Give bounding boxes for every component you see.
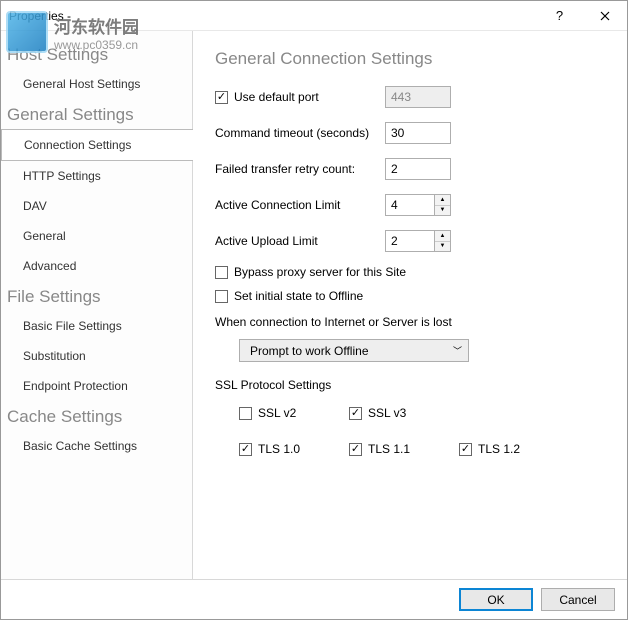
sidebar-item-general-host-settings[interactable]: General Host Settings <box>1 69 192 99</box>
active-upload-limit-label: Active Upload Limit <box>215 234 318 248</box>
ssl-header: SSL Protocol Settings <box>215 378 611 392</box>
sslv3-label: SSL v3 <box>368 406 406 420</box>
content-title: General Connection Settings <box>215 49 611 69</box>
sidebar-header-file: File Settings <box>1 281 192 311</box>
help-button[interactable]: ? <box>537 1 582 31</box>
content-panel: General Connection Settings Use default … <box>193 31 627 579</box>
spin-up-icon[interactable]: ▲ <box>435 231 450 242</box>
port-input <box>385 86 451 108</box>
sidebar-item-basic-file-settings[interactable]: Basic File Settings <box>1 311 192 341</box>
tls10-label: TLS 1.0 <box>258 442 300 456</box>
chevron-down-icon: ﹀ <box>453 344 462 357</box>
sslv3-checkbox[interactable] <box>349 407 362 420</box>
active-upload-limit-spinner[interactable]: ▲ ▼ <box>435 230 451 252</box>
tls12-checkbox[interactable] <box>459 443 472 456</box>
command-timeout-label: Command timeout (seconds) <box>215 126 369 140</box>
bypass-proxy-checkbox[interactable] <box>215 266 228 279</box>
titlebar: Properties - ? <box>1 1 627 31</box>
sidebar-item-advanced[interactable]: Advanced <box>1 251 192 281</box>
sidebar-item-basic-cache-settings[interactable]: Basic Cache Settings <box>1 431 192 461</box>
sidebar: Host Settings General Host Settings Gene… <box>1 31 193 579</box>
spin-up-icon[interactable]: ▲ <box>435 195 450 206</box>
sidebar-header-cache: Cache Settings <box>1 401 192 431</box>
command-timeout-input[interactable] <box>385 122 451 144</box>
retry-count-input[interactable] <box>385 158 451 180</box>
tls11-checkbox[interactable] <box>349 443 362 456</box>
initial-offline-checkbox[interactable] <box>215 290 228 303</box>
active-upload-limit-input[interactable] <box>385 230 435 252</box>
conn-lost-value: Prompt to work Offline <box>250 344 369 358</box>
spin-down-icon[interactable]: ▼ <box>435 242 450 252</box>
tls11-label: TLS 1.1 <box>368 442 410 456</box>
tls12-label: TLS 1.2 <box>478 442 520 456</box>
dialog-footer: OK Cancel <box>1 579 627 619</box>
use-default-port-checkbox[interactable] <box>215 91 228 104</box>
sidebar-item-substitution[interactable]: Substitution <box>1 341 192 371</box>
sidebar-item-endpoint-protection[interactable]: Endpoint Protection <box>1 371 192 401</box>
sidebar-header-general: General Settings <box>1 99 192 129</box>
window-title: Properties - <box>9 9 537 23</box>
close-button[interactable] <box>582 1 627 31</box>
sidebar-header-host: Host Settings <box>1 39 192 69</box>
sidebar-item-dav[interactable]: DAV <box>1 191 192 221</box>
sidebar-item-http-settings[interactable]: HTTP Settings <box>1 161 192 191</box>
active-conn-limit-label: Active Connection Limit <box>215 198 340 212</box>
close-icon <box>600 11 610 21</box>
spin-down-icon[interactable]: ▼ <box>435 206 450 216</box>
bypass-proxy-label: Bypass proxy server for this Site <box>234 265 406 279</box>
initial-offline-label: Set initial state to Offline <box>234 289 363 303</box>
tls10-checkbox[interactable] <box>239 443 252 456</box>
conn-lost-label: When connection to Internet or Server is… <box>215 315 611 329</box>
active-conn-limit-spinner[interactable]: ▲ ▼ <box>435 194 451 216</box>
ok-button[interactable]: OK <box>459 588 533 611</box>
retry-count-label: Failed transfer retry count: <box>215 162 355 176</box>
active-conn-limit-input[interactable] <box>385 194 435 216</box>
sslv2-checkbox[interactable] <box>239 407 252 420</box>
sslv2-label: SSL v2 <box>258 406 296 420</box>
use-default-port-label: Use default port <box>234 90 319 104</box>
conn-lost-dropdown[interactable]: Prompt to work Offline ﹀ <box>239 339 469 362</box>
sidebar-item-general[interactable]: General <box>1 221 192 251</box>
sidebar-item-connection-settings[interactable]: Connection Settings <box>1 129 193 161</box>
cancel-button[interactable]: Cancel <box>541 588 615 611</box>
